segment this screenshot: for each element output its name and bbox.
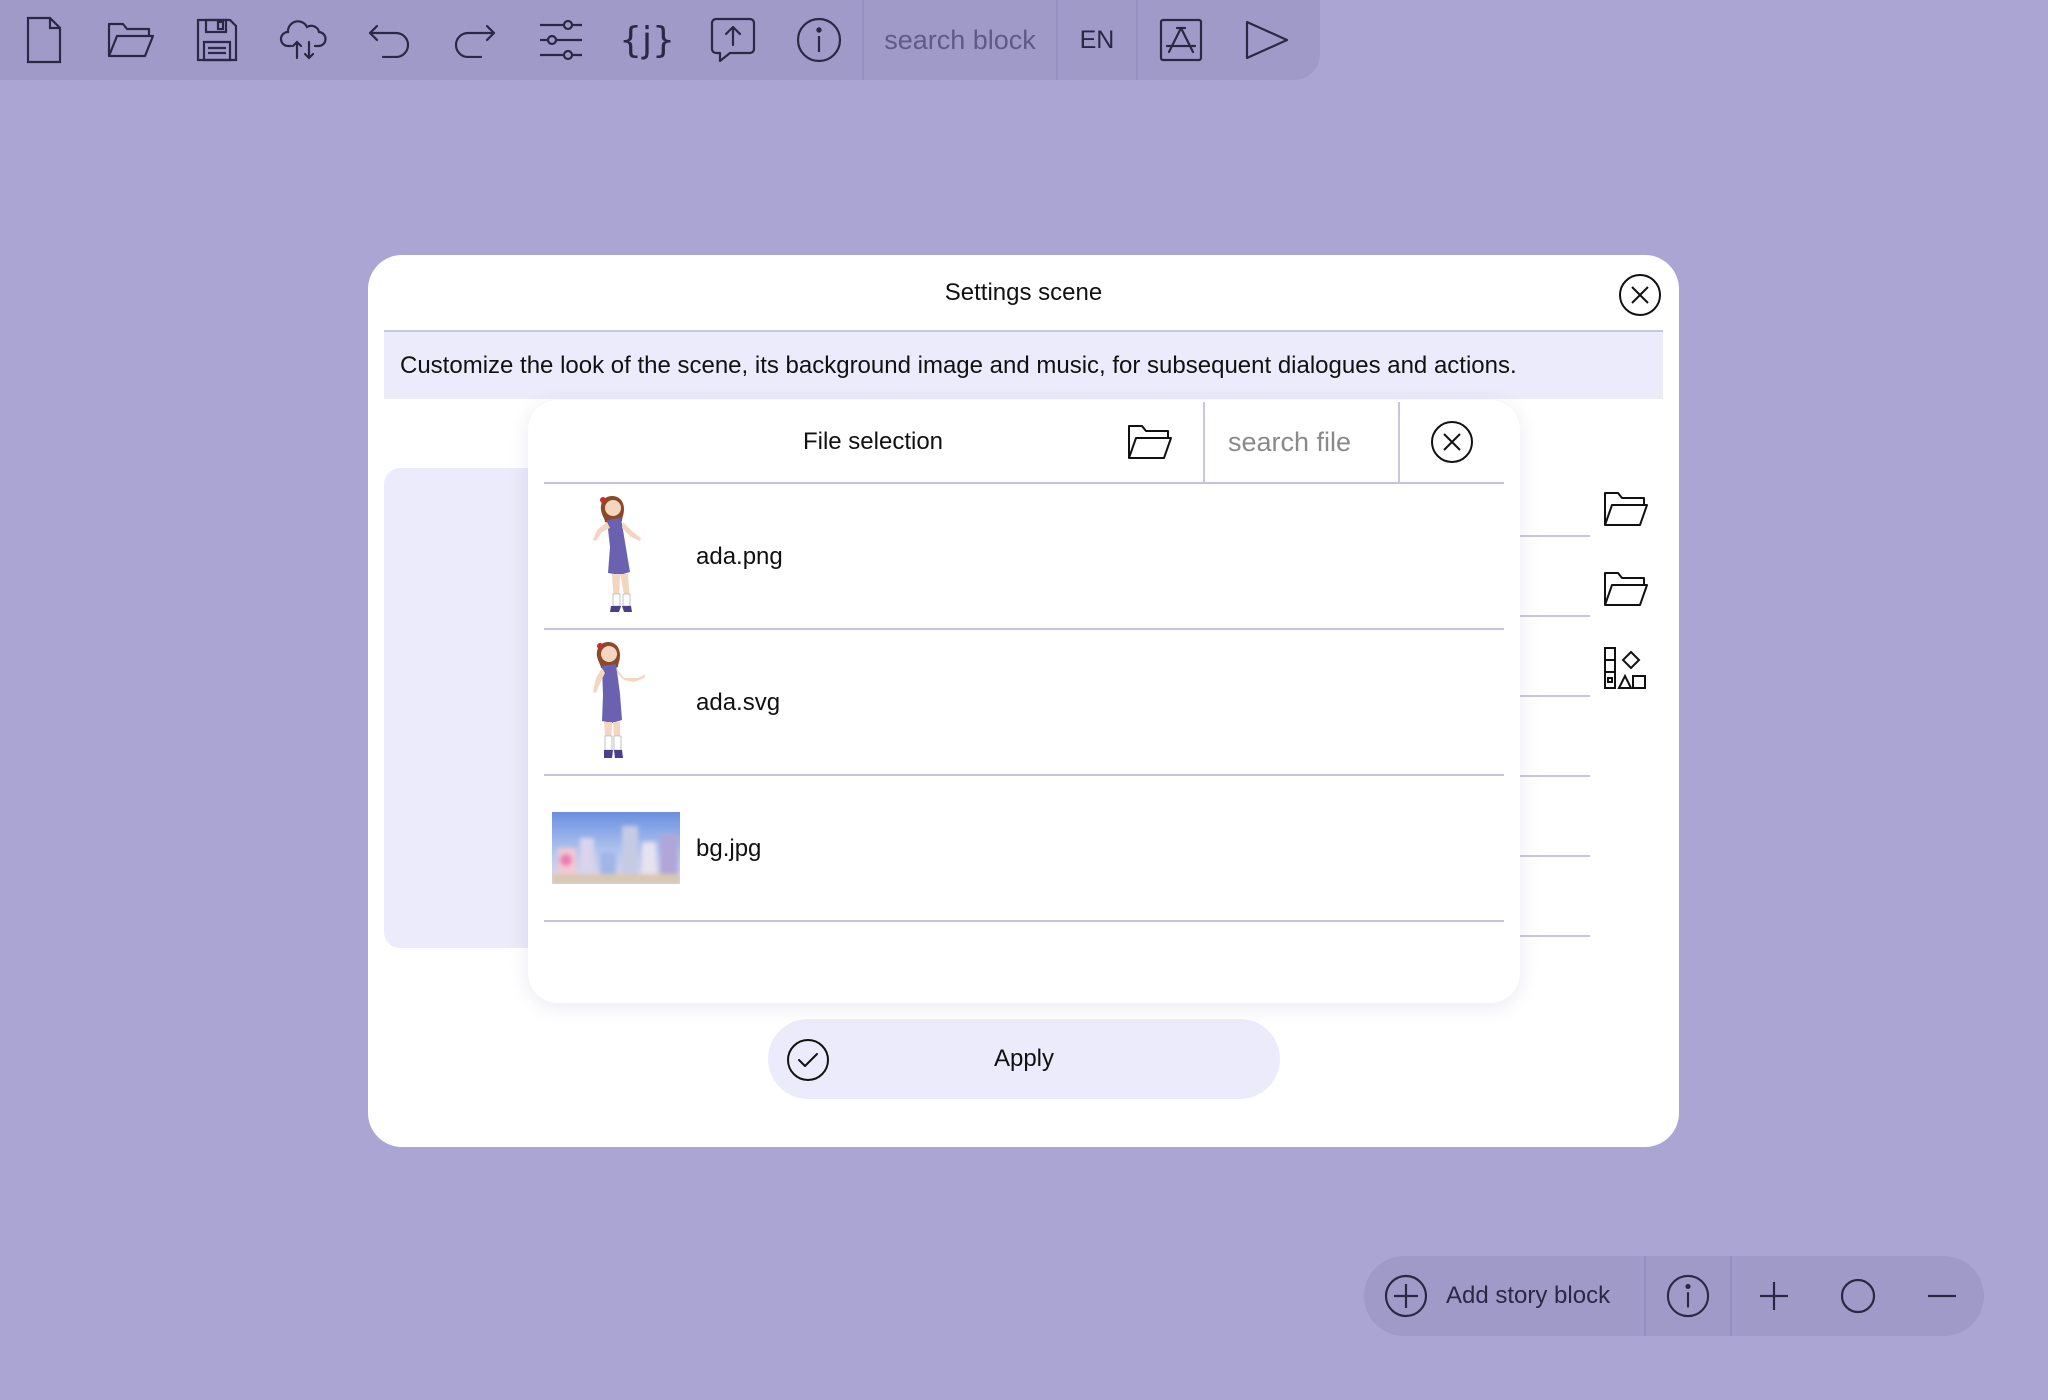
redo-icon [454,24,496,58]
info-icon [1666,1274,1710,1318]
open-button[interactable] [88,0,174,80]
app-store-icon [1159,18,1203,62]
info-button[interactable] [776,0,862,80]
zoom-in-icon [1760,1282,1788,1310]
upload-message-icon [710,17,756,63]
file-item[interactable]: ada.svg [544,630,1504,774]
folder-icon [1128,425,1172,459]
block-search-input[interactable]: search block [864,0,1056,80]
zoom-reset-icon [1840,1278,1876,1314]
add-story-block-button[interactable]: Add story block [1364,1256,1644,1336]
bottom-toolbar: Add story block [1364,1256,1984,1336]
modal-description: Customize the look of the scene, its bac… [384,332,1663,399]
close-icon [1431,421,1473,463]
file-selection-close-button[interactable] [1430,420,1474,464]
apply-label: Apply [993,1045,1055,1072]
file-name: ada.png [696,543,783,570]
info-icon [796,17,842,63]
cloud-sync-button[interactable] [260,0,346,80]
file-item[interactable]: bg.jpg [544,776,1504,920]
play-icon [1245,20,1289,60]
language-selector[interactable]: EN [1058,0,1136,80]
folder-icon [1604,492,1648,526]
file-selection-dialog: File selection search file ada.png ada.s… [528,400,1520,1003]
field-underline [1518,855,1590,857]
json-button[interactable]: {j} [604,0,690,80]
field-underline [1518,935,1590,937]
zoom-out-button[interactable] [1900,1256,1984,1336]
file-name: ada.svg [696,689,781,716]
shapes-button[interactable] [1598,643,1654,695]
undo-button[interactable] [346,0,432,80]
close-icon [1619,274,1661,316]
new-file-button[interactable] [0,0,88,80]
top-toolbar: {j} search block EN [0,0,1320,80]
sliders-icon [540,19,582,61]
svg-text:{j}: {j} [623,20,671,61]
add-story-block-label: Add story block [1446,1282,1611,1309]
folder-icon [1604,572,1648,606]
field-underline [1518,535,1590,537]
add-circle-icon [1384,1274,1428,1318]
json-braces-icon: {j} [623,20,671,61]
open-directory-button[interactable] [1120,418,1180,466]
new-file-icon [26,16,62,64]
field-underline [1518,615,1590,617]
app-store-button[interactable] [1138,0,1224,80]
header-divider [1203,402,1205,484]
open-folder-icon [107,22,155,58]
help-button[interactable] [1646,1256,1730,1336]
modal-close-button[interactable] [1618,273,1662,317]
cloud-sync-icon [279,20,327,60]
music-folder-button[interactable] [1598,563,1654,615]
play-button[interactable] [1224,0,1310,80]
save-button[interactable] [174,0,260,80]
shapes-icon [1604,647,1646,689]
redo-button[interactable] [432,0,518,80]
file-search-input[interactable]: search file [1208,400,1398,484]
file-name: bg.jpg [696,835,762,862]
zoom-in-button[interactable] [1732,1256,1816,1336]
publish-button[interactable] [690,0,776,80]
background-thumbnail [552,781,680,915]
character-thumbnail [552,635,680,769]
field-underline [1518,695,1590,697]
character-thumbnail [552,489,680,623]
field-underline [1518,775,1590,777]
zoom-reset-button[interactable] [1816,1256,1900,1336]
file-selection-title: File selection [802,428,944,455]
apply-button[interactable]: Apply [768,1019,1280,1099]
file-item[interactable]: ada.png [544,484,1504,628]
list-divider [544,920,1504,922]
background-folder-button[interactable] [1598,483,1654,535]
scene-preview-panel [384,468,544,948]
zoom-out-icon [1928,1294,1956,1298]
settings-button[interactable] [518,0,604,80]
undo-icon [368,24,410,58]
header-divider [1398,402,1400,484]
save-icon [196,18,238,62]
modal-title: Settings scene [944,279,1103,306]
